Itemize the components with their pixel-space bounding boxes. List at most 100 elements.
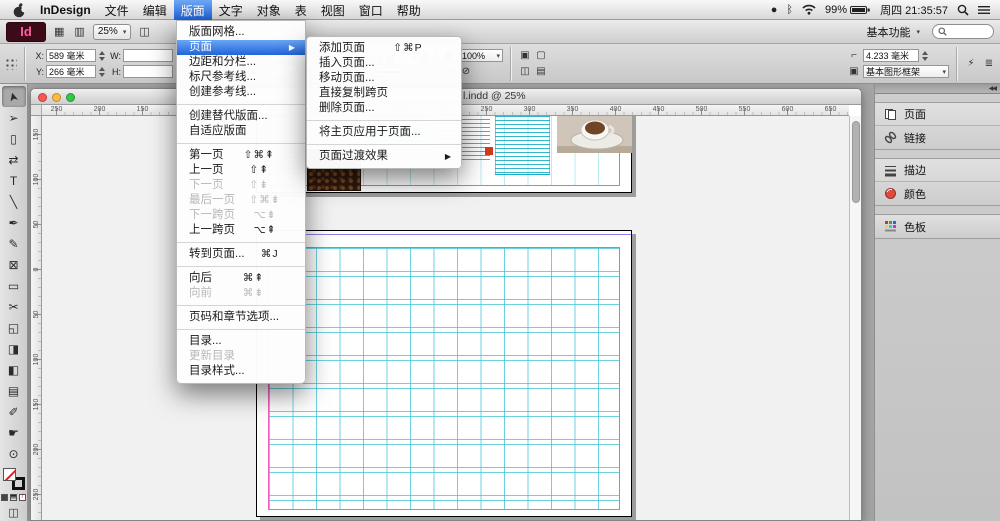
pen-tool[interactable]: ✒ <box>2 212 26 233</box>
pencil-tool[interactable]: ✎ <box>2 233 26 254</box>
corner-radius-field[interactable] <box>863 49 919 62</box>
menubar-item[interactable]: 文字 <box>212 0 250 20</box>
type-tool[interactable]: T <box>2 170 26 191</box>
menu-item[interactable]: 目录... <box>177 334 305 349</box>
hand-tool[interactable]: ☛ <box>2 422 26 443</box>
menu-item[interactable]: 添加页面 ⇧⌘P <box>307 41 461 56</box>
menubar-item[interactable]: 文件 <box>98 0 136 20</box>
menu-item[interactable]: 向前 ⌘⇟ <box>177 286 305 301</box>
links-panel-button[interactable]: 链接 <box>875 126 1000 149</box>
object-style-dropdown[interactable]: 基本图形框架 ▾ <box>863 65 949 78</box>
menu-item[interactable]: 移动页面... <box>307 71 461 86</box>
rectangle-tool[interactable]: ▭ <box>2 275 26 296</box>
coffee-cup-image[interactable] <box>557 116 632 153</box>
workspace-switcher[interactable]: 基本功能 ▾ <box>860 23 926 40</box>
menu-item[interactable]: 自适应版面 <box>177 124 305 139</box>
menu-item[interactable]: 向后 ⌘⇞ <box>177 271 305 286</box>
menubar-item[interactable]: 表 <box>288 0 314 20</box>
notification-center-icon[interactable] <box>978 5 990 15</box>
height-field[interactable] <box>123 65 173 78</box>
screen-mode-icon[interactable]: ◫ <box>137 25 151 38</box>
wrap-object-button[interactable]: ◫ <box>518 65 532 78</box>
menubar-item[interactable]: 对象 <box>250 0 288 20</box>
gradient-tool[interactable]: ◨ <box>2 338 26 359</box>
vertical-scrollbar[interactable] <box>849 116 861 520</box>
menubar-item[interactable]: 帮助 <box>390 0 428 20</box>
search-box[interactable] <box>932 24 994 39</box>
apple-menu[interactable] <box>6 0 33 20</box>
stroke-panel-button[interactable]: 描边 <box>875 159 1000 182</box>
direct-selection-tool[interactable]: ➢ <box>2 107 26 128</box>
menubar-item[interactable]: 版面 <box>174 0 212 20</box>
menu-item[interactable]: 直接复制跨页 <box>307 86 461 101</box>
close-button[interactable] <box>38 93 47 102</box>
menu-item[interactable]: 上一跨页 ⌥⇞ <box>177 223 305 238</box>
rectangle-frame-tool[interactable]: ⊠ <box>2 254 26 275</box>
scissors-tool[interactable]: ✂ <box>2 296 26 317</box>
color-panel-button[interactable]: 颜色 <box>875 182 1000 205</box>
free-transform-tool[interactable]: ◱ <box>2 317 26 338</box>
menu-item[interactable]: 版面网格... <box>177 25 305 40</box>
search-input[interactable] <box>950 27 988 37</box>
quick-apply-button[interactable]: ⚡ <box>964 57 978 70</box>
menu-item[interactable]: 插入页面... <box>307 56 461 71</box>
reference-point-proxy[interactable] <box>4 57 17 70</box>
spotlight-icon[interactable] <box>957 4 969 16</box>
view-grid-icon[interactable]: ▦ <box>52 25 66 38</box>
minimize-button[interactable] <box>52 93 61 102</box>
wrap-jump-button[interactable]: ▤ <box>534 65 548 78</box>
menu-item[interactable]: 删除页面... <box>307 101 461 116</box>
vertical-ruler[interactable]: 15010050050100150200250 <box>31 116 42 520</box>
pages-panel-button[interactable]: 页面 <box>875 103 1000 126</box>
scrollbar-thumb[interactable] <box>852 121 860 203</box>
pasteboard[interactable] <box>42 116 849 520</box>
width-field[interactable] <box>123 49 173 62</box>
text-frame[interactable] <box>495 116 550 175</box>
red-graphic-element[interactable] <box>485 147 493 155</box>
menu-item[interactable]: 下一跨页 ⌥⇟ <box>177 208 305 223</box>
wrap-bounding-button[interactable]: ▢ <box>534 49 548 62</box>
gap-tool[interactable]: ⇄ <box>2 149 26 170</box>
zoom-button[interactable] <box>66 93 75 102</box>
menu-item[interactable]: 创建参考线... <box>177 85 305 100</box>
menubar-item[interactable]: 视图 <box>314 0 352 20</box>
line-tool[interactable]: ╲ <box>2 191 26 212</box>
apply-none-button[interactable]: / <box>19 494 26 501</box>
menu-item[interactable]: 页面过渡效果 ▶ <box>307 149 461 164</box>
menubar-clock[interactable]: 周四 21:35:57 <box>880 2 948 18</box>
spread-page-bottom[interactable] <box>256 230 632 517</box>
y-position-field[interactable] <box>46 65 96 78</box>
ruler-origin-box[interactable] <box>31 105 42 116</box>
menubar-app-name[interactable]: InDesign <box>33 0 98 20</box>
menu-item[interactable]: 上一页 ⇧⇞ <box>177 163 305 178</box>
x-position-field[interactable] <box>46 49 96 62</box>
page-tool[interactable]: ▯ <box>2 128 26 149</box>
battery-indicator[interactable]: 99% <box>825 4 871 16</box>
menu-item[interactable]: 更新目录 <box>177 349 305 364</box>
menu-item[interactable]: 最后一页 ⇧⌘⇟ <box>177 193 305 208</box>
y-stepper[interactable] <box>99 67 105 77</box>
menu-item[interactable]: 下一页 ⇧⇟ <box>177 178 305 193</box>
zoom-tool[interactable]: ⊙ <box>2 443 26 464</box>
x-stepper[interactable] <box>99 51 105 61</box>
note-tool[interactable]: ▤ <box>2 380 26 401</box>
gradient-feather-tool[interactable]: ◧ <box>2 359 26 380</box>
bluetooth-icon[interactable]: ᛒ <box>786 4 793 16</box>
apply-color-button[interactable] <box>1 494 8 501</box>
menubar-item[interactable]: 编辑 <box>136 0 174 20</box>
menu-item[interactable]: 页码和章节选项... <box>177 310 305 325</box>
eyedropper-tool[interactable]: ✐ <box>2 401 26 422</box>
panel-menu-button[interactable]: ≣ <box>982 57 996 70</box>
menu-item[interactable]: 边距和分栏... <box>177 55 305 70</box>
menu-item[interactable]: 转到页面... ⌘J <box>177 247 305 262</box>
corner-radius-stepper[interactable] <box>922 51 928 61</box>
menu-item[interactable]: 标尺参考线... <box>177 70 305 85</box>
ruler-guide-purple[interactable] <box>257 234 631 235</box>
menu-extra-icon[interactable]: ● <box>771 4 778 16</box>
opacity-dropdown[interactable]: 100% ▾ <box>459 49 503 62</box>
menu-item[interactable]: 页面 ▶ <box>177 40 305 55</box>
menu-item[interactable]: 创建替代版面... <box>177 109 305 124</box>
view-guides-icon[interactable]: ▥ <box>72 25 86 38</box>
menu-item[interactable]: 第一页 ⇧⌘⇞ <box>177 148 305 163</box>
swatches-panel-button[interactable]: 色板 <box>875 215 1000 238</box>
